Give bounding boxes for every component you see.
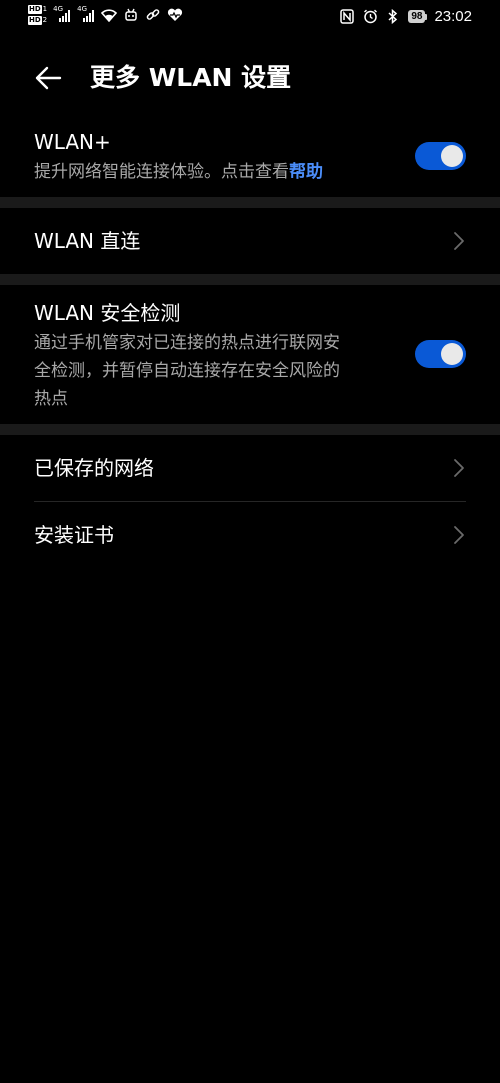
status-left-group: HD 1 HD 2 4G 4G [28, 5, 183, 25]
hd-badge-2: HD 2 [28, 16, 47, 25]
security-check-toggle[interactable] [415, 340, 466, 368]
security-check-subtitle-line2: 全检测，并暂停自动连接存在安全风险的 [34, 361, 340, 381]
chevron-right-icon [454, 526, 464, 544]
section-divider [0, 274, 500, 285]
page-title: 更多 WLAN 设置 [90, 63, 292, 92]
signal-1-icon: 4G [53, 5, 71, 22]
alarm-icon [362, 9, 378, 25]
link-icon [145, 7, 161, 23]
back-button[interactable] [30, 60, 66, 96]
wlan-direct-title: WLAN 直连 [34, 229, 141, 253]
signal-1-gen-label: 4G [53, 5, 64, 13]
status-bar: HD 1 HD 2 4G 4G 98 23:02 [0, 0, 500, 38]
hd-badge-1: HD 1 [28, 5, 47, 14]
wlan-security-check-row[interactable]: WLAN 安全检测 通过手机管家对已连接的热点进行联网安 全检测，并暂停自动连接… [0, 285, 500, 423]
signal-2-icon: 4G [77, 5, 95, 22]
status-time: 23:02 [434, 8, 472, 25]
saved-networks-title: 已保存的网络 [34, 456, 154, 480]
bluetooth-icon [385, 9, 401, 25]
security-check-subtitle-line1: 通过手机管家对已连接的热点进行联网安 [34, 333, 340, 353]
back-arrow-icon [35, 66, 62, 90]
section-divider [0, 424, 500, 435]
wlan-plus-row[interactable]: WLAN+ 提升网络智能连接体验。点击查看帮助 [0, 120, 500, 196]
toggle-knob [441, 145, 463, 167]
wlan-plus-title: WLAN+ [34, 130, 111, 154]
help-link[interactable]: 帮助 [289, 162, 323, 182]
hd-label: HD [28, 5, 42, 14]
wifi-icon [101, 7, 118, 23]
robot-icon [123, 7, 139, 23]
chevron-right-icon [454, 232, 464, 250]
hd-label: HD [28, 16, 42, 25]
signal-2-gen-label: 4G [77, 5, 88, 13]
wlan-direct-row[interactable]: WLAN 直连 [0, 208, 500, 273]
install-certificate-row[interactable]: 安装证书 [0, 502, 500, 568]
wlan-plus-toggle[interactable] [415, 142, 466, 170]
battery-icon: 98 [408, 10, 428, 24]
chevron-right-icon [454, 459, 464, 477]
wlan-plus-subtitle-text: 提升网络智能连接体验。点击查看 [34, 162, 289, 182]
hd-indicators: HD 1 HD 2 [28, 5, 47, 25]
hd-sim-number: 2 [42, 16, 48, 24]
section-divider [0, 197, 500, 208]
nfc-icon [339, 9, 355, 25]
wlan-plus-subtitle: 提升网络智能连接体验。点击查看帮助 [34, 160, 414, 185]
battery-level: 98 [408, 10, 426, 23]
install-certificate-title: 安装证书 [34, 523, 114, 547]
security-check-subtitle-line3: 热点 [34, 389, 68, 409]
security-check-title: WLAN 安全检测 [34, 301, 181, 325]
heart-rate-icon [167, 7, 183, 23]
status-right-group: 98 23:02 [339, 8, 472, 25]
saved-networks-row[interactable]: 已保存的网络 [0, 435, 500, 501]
toggle-knob [441, 343, 463, 365]
app-header: 更多 WLAN 设置 [0, 52, 500, 104]
hd-sim-number: 1 [42, 5, 48, 13]
